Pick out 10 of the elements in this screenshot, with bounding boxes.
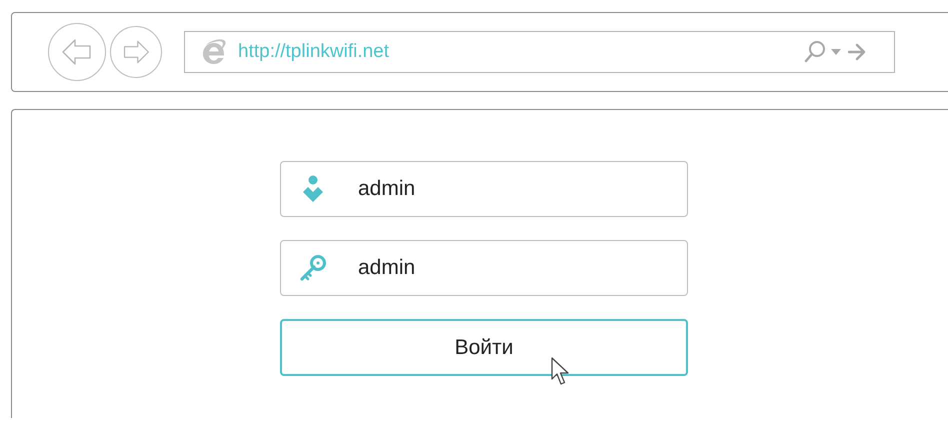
- key-icon: [299, 254, 327, 282]
- password-field[interactable]: admin: [280, 240, 688, 296]
- dropdown-caret-icon[interactable]: [831, 49, 841, 55]
- url-text: http://tplinkwifi.net: [238, 41, 390, 63]
- username-field[interactable]: admin: [280, 161, 688, 217]
- user-icon: [302, 175, 324, 203]
- search-icon[interactable]: [803, 40, 827, 64]
- login-button[interactable]: Войти: [280, 319, 688, 376]
- go-arrow-icon[interactable]: [847, 43, 867, 61]
- forward-button[interactable]: [110, 26, 162, 78]
